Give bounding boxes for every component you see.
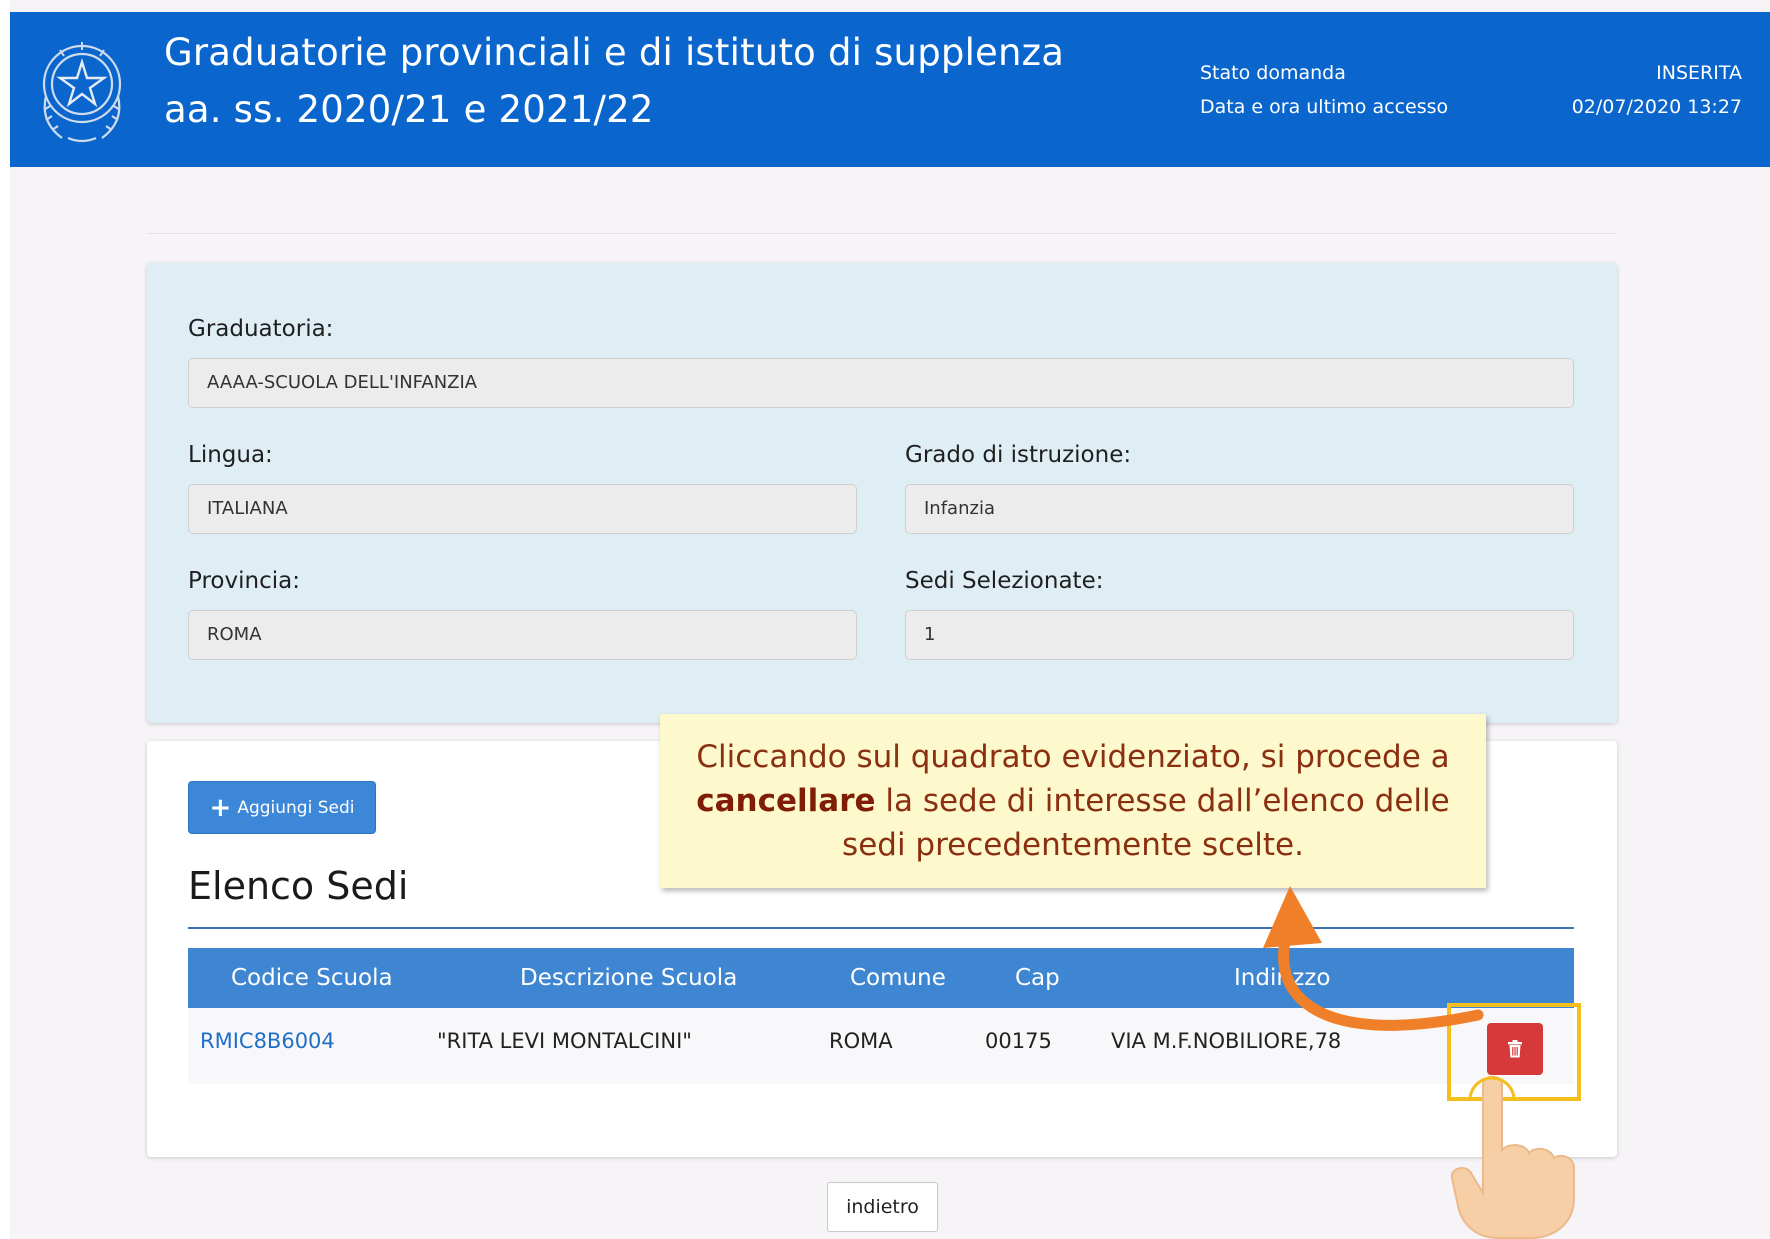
cap-cell: 00175	[985, 1029, 1052, 1053]
plus-icon: +	[209, 792, 232, 823]
graduatoria-field: AAAA-SCUOLA DELL'INFANZIA	[188, 358, 1574, 408]
column-header: Comune	[850, 965, 946, 991]
status-label: Stato domanda	[1200, 62, 1346, 84]
add-sedi-label: Aggiungi Sedi	[237, 797, 355, 818]
title-line-1: Graduatorie provinciali e di istituto di…	[164, 31, 1065, 74]
top-divider	[147, 233, 1617, 234]
status-values: INSERITA 02/07/2020 13:27	[1572, 56, 1742, 124]
sedi-selezionate-field: 1	[905, 610, 1574, 660]
sedi-selezionate-label: Sedi Selezionate:	[905, 568, 1104, 594]
column-header: Descrizione Scuola	[520, 965, 738, 991]
highlight-box	[1447, 1003, 1581, 1101]
table-row: RMIC8B6004 "RITA LEVI MONTALCINI" ROMA 0…	[188, 1008, 1574, 1084]
column-header: Cap	[1015, 965, 1060, 991]
status-value: INSERITA	[1656, 62, 1742, 84]
provincia-field: ROMA	[188, 610, 857, 660]
comune-cell: ROMA	[829, 1029, 893, 1053]
tutorial-callout: Cliccando sul quadrato evidenziato, si p…	[660, 714, 1486, 888]
title-line-2: aa. ss. 2020/21 e 2021/22	[164, 88, 654, 131]
last-access-value: 02/07/2020 13:27	[1571, 96, 1742, 118]
status-labels: Stato domanda Data e ora ultimo accesso	[1200, 56, 1448, 124]
provincia-label: Provincia:	[188, 568, 300, 594]
app-header: Graduatorie provinciali e di istituto di…	[10, 12, 1770, 167]
descrizione-cell: "RITA LEVI MONTALCINI"	[437, 1029, 692, 1053]
column-header: Codice Scuola	[231, 965, 393, 991]
page-title: Graduatorie provinciali e di istituto di…	[164, 24, 1064, 138]
section-title: Elenco Sedi	[188, 864, 409, 908]
callout-text-after: la sede di interesse dall’elenco delle s…	[842, 783, 1450, 863]
grado-field: Infanzia	[905, 484, 1574, 534]
codice-scuola-link[interactable]: RMIC8B6004	[200, 1008, 335, 1074]
callout-text-before: Cliccando sul quadrato evidenziato, si p…	[696, 739, 1450, 775]
indirizzo-cell: VIA M.F.NOBILIORE,78	[1111, 1029, 1342, 1053]
column-header: Indirizzo	[1234, 965, 1331, 991]
callout-text: Cliccando sul quadrato evidenziato, si p…	[660, 735, 1486, 867]
lingua-label: Lingua:	[188, 442, 273, 468]
section-rule	[188, 927, 1574, 929]
callout-text-bold: cancellare	[696, 783, 876, 819]
back-button[interactable]: indietro	[827, 1182, 938, 1232]
lingua-field: ITALIANA	[188, 484, 857, 534]
graduatoria-label: Graduatoria:	[188, 316, 334, 342]
last-access-label: Data e ora ultimo accesso	[1200, 96, 1449, 118]
grado-label: Grado di istruzione:	[905, 442, 1132, 468]
add-sedi-button[interactable]: + Aggiungi Sedi	[188, 781, 376, 834]
table-header: Codice Scuola Descrizione Scuola Comune …	[188, 948, 1574, 1008]
republic-emblem-icon	[42, 42, 122, 143]
